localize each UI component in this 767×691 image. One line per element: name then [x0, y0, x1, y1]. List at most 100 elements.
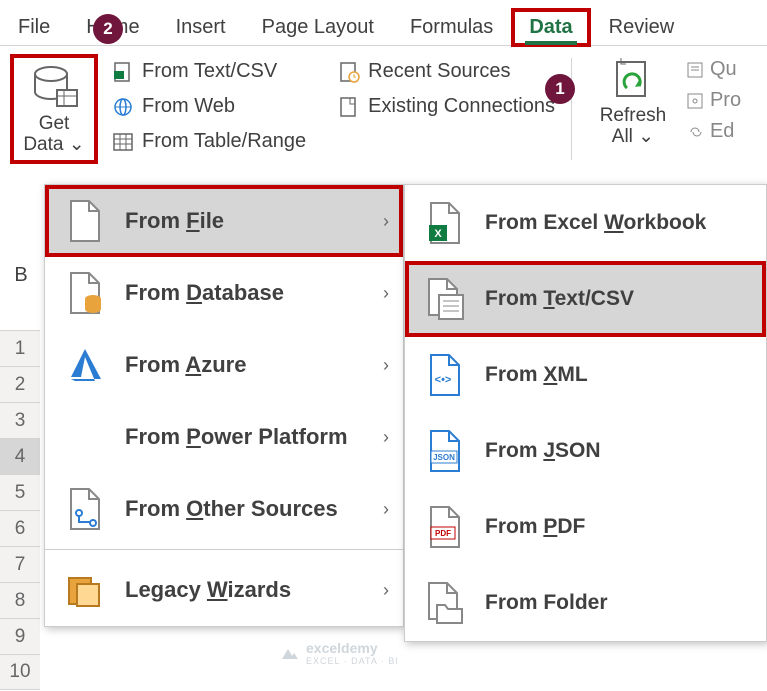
recent-sources-button[interactable]: Recent Sources	[338, 58, 555, 85]
watermark-name: exceldemy	[306, 640, 378, 656]
row-header[interactable]: 3	[0, 402, 40, 438]
properties-icon	[686, 91, 706, 111]
chevron-right-icon: ›	[383, 283, 389, 304]
queries-button[interactable]: Qu	[686, 58, 741, 81]
submenu-json[interactable]: JSON From JSON	[405, 413, 766, 489]
from-web-button[interactable]: From Web	[112, 93, 306, 120]
power-icon	[63, 415, 107, 459]
list-icon	[686, 60, 706, 80]
row-header-selected[interactable]: 4	[0, 438, 40, 474]
ribbon-conn-group: Recent Sources Existing Connections	[338, 54, 555, 164]
submenu-text-csv[interactable]: From Text/CSV	[405, 261, 766, 337]
file-excel-icon: X	[423, 201, 467, 245]
row-header[interactable]: 6	[0, 510, 40, 546]
edit-links-button[interactable]: Ed	[686, 120, 741, 143]
refresh-all-button[interactable]: Refresh All ⌄	[588, 54, 678, 164]
file-icon	[63, 199, 107, 243]
submenu-folder[interactable]: From Folder	[405, 565, 766, 641]
row-header[interactable]: 10	[0, 654, 40, 690]
refresh-icon	[609, 56, 657, 104]
menu-label: From Database	[125, 280, 284, 306]
menu-label: From JSON	[485, 439, 601, 463]
globe-icon	[112, 96, 134, 118]
database-icon	[29, 62, 79, 112]
menu-label: From Azure	[125, 352, 246, 378]
menu-from-power-platform[interactable]: From Power Platform ›	[45, 401, 403, 473]
file-db-icon	[63, 271, 107, 315]
recent-sources-label: Recent Sources	[368, 60, 510, 83]
tab-file[interactable]: File	[0, 8, 68, 47]
file-icon	[338, 96, 360, 118]
tab-formulas[interactable]: Formulas	[392, 8, 511, 47]
ribbon-source-group: From Text/CSV From Web From Table/Range	[112, 54, 306, 164]
tab-insert[interactable]: Insert	[158, 8, 244, 47]
row-header[interactable]: 8	[0, 582, 40, 618]
menu-legacy-wizards[interactable]: Legacy Wizards ›	[45, 554, 403, 626]
menu-from-database[interactable]: From Database ›	[45, 257, 403, 329]
properties-button[interactable]: Pro	[686, 89, 741, 112]
menu-label: From Folder	[485, 591, 608, 615]
tab-review[interactable]: Review	[591, 8, 693, 47]
from-text-csv-button[interactable]: From Text/CSV	[112, 58, 306, 85]
chevron-right-icon: ›	[383, 427, 389, 448]
chevron-right-icon: ›	[383, 580, 389, 601]
file-connect-icon	[63, 487, 107, 531]
submenu-xml[interactable]: <•> From XML	[405, 337, 766, 413]
menu-label: From Other Sources	[125, 496, 338, 522]
menu-label: From Excel Workbook	[485, 211, 706, 235]
menu-label: Legacy Wizards	[125, 577, 291, 603]
legacy-icon	[63, 568, 107, 612]
menu-label: From Power Platform	[125, 424, 348, 450]
menu-label: From XML	[485, 363, 588, 387]
row-header[interactable]: 2	[0, 366, 40, 402]
menu-from-azure[interactable]: From Azure ›	[45, 329, 403, 401]
get-data-button[interactable]: Get Data ⌄	[10, 54, 98, 164]
submenu-pdf[interactable]: PDF From PDF	[405, 489, 766, 565]
file-csv-icon	[112, 61, 134, 83]
from-table-button[interactable]: From Table/Range	[112, 128, 306, 155]
from-table-label: From Table/Range	[142, 130, 306, 153]
callout-badge-2: 2	[93, 14, 123, 44]
row-header[interactable]: 5	[0, 474, 40, 510]
menu-label: From Text/CSV	[485, 287, 634, 311]
row-header[interactable]: 7	[0, 546, 40, 582]
tab-page-layout[interactable]: Page Layout	[244, 8, 392, 47]
azure-icon	[63, 343, 107, 387]
column-header-B[interactable]: B	[6, 264, 36, 287]
svg-text:X: X	[434, 228, 442, 240]
file-folder-icon	[423, 581, 467, 625]
row-header[interactable]: 9	[0, 618, 40, 654]
row-header[interactable]: 1	[0, 330, 40, 366]
table-icon	[112, 131, 134, 153]
link-icon	[686, 122, 706, 142]
watermark: exceldemyEXCEL · DATA · BI	[280, 640, 399, 666]
from-web-label: From Web	[142, 95, 235, 118]
svg-text:PDF: PDF	[435, 529, 451, 538]
row-headers: 1 2 3 4 5 6 7 8 9 10	[0, 330, 40, 690]
existing-conn-button[interactable]: Existing Connections	[338, 93, 555, 120]
queries-label: Qu	[710, 58, 737, 81]
menu-from-other[interactable]: From Other Sources ›	[45, 473, 403, 545]
clock-file-icon	[338, 61, 360, 83]
properties-label: Pro	[710, 89, 741, 112]
get-data-menu: From File › From Database › From Azure ›…	[44, 184, 404, 627]
menu-from-file[interactable]: From File ›	[45, 185, 403, 257]
submenu-excel-workbook[interactable]: X From Excel Workbook	[405, 185, 766, 261]
menu-label: From File	[125, 208, 224, 234]
separator	[571, 58, 572, 160]
get-data-label: Get Data ⌄	[23, 114, 84, 156]
chevron-right-icon: ›	[383, 499, 389, 520]
watermark-tag: EXCEL · DATA · BI	[306, 656, 399, 666]
existing-conn-label: Existing Connections	[368, 95, 555, 118]
svg-text:<•>: <•>	[435, 374, 452, 386]
refresh-all-label: Refresh All ⌄	[600, 106, 667, 148]
file-xml-icon: <•>	[423, 353, 467, 397]
svg-text:JSON: JSON	[433, 453, 455, 462]
tab-data[interactable]: Data	[511, 8, 590, 47]
edit-links-label: Ed	[710, 120, 734, 143]
file-pdf-icon: PDF	[423, 505, 467, 549]
from-text-csv-label: From Text/CSV	[142, 60, 277, 83]
ribbon-links-group: Qu Pro Ed	[686, 54, 741, 164]
file-text-icon	[423, 277, 467, 321]
watermark-icon	[280, 643, 300, 663]
